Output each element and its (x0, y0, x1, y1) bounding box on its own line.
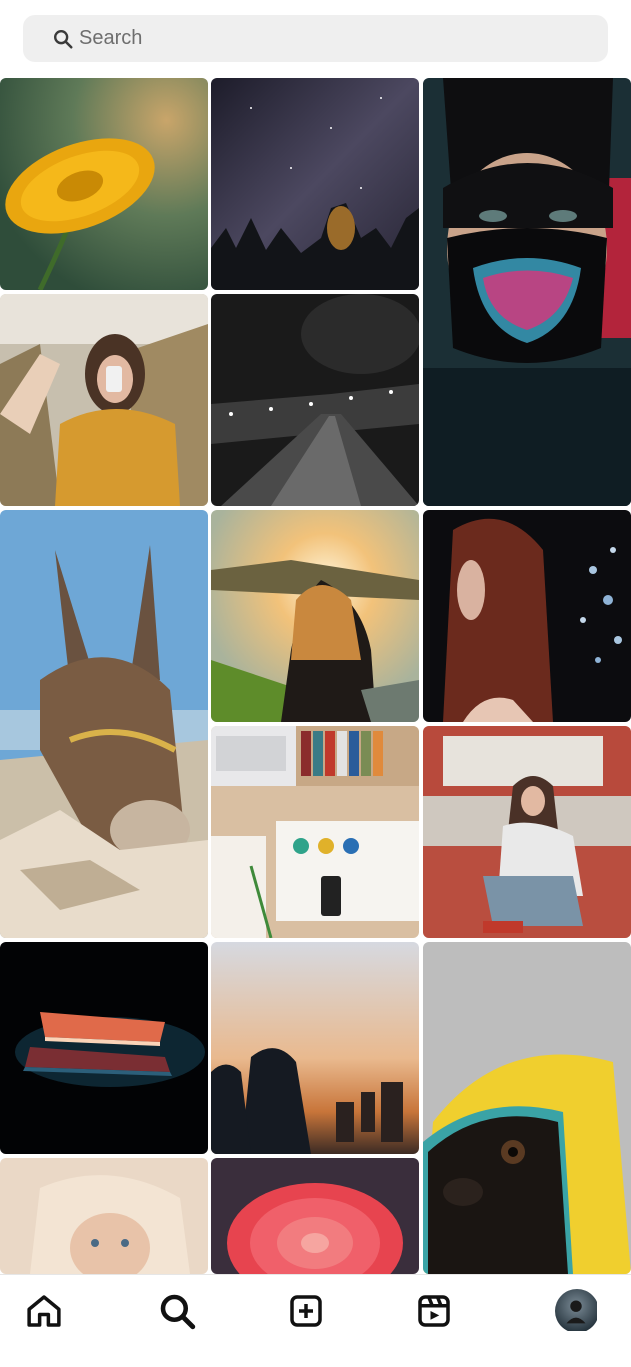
reels-icon (418, 1295, 450, 1327)
explore-tile-woman-sunset-field[interactable] (211, 510, 419, 722)
profile-avatar (555, 1289, 599, 1333)
explore-tile-silhouettes-city-sunset[interactable] (211, 942, 419, 1154)
search-bar[interactable] (23, 15, 608, 62)
explore-tile-man-neon-skull-mask[interactable] (423, 78, 631, 506)
explore-tile-night-street-bw[interactable] (211, 294, 419, 506)
search-input[interactable] (77, 26, 581, 51)
nav-reels[interactable] (410, 1287, 458, 1335)
explore-grid (0, 78, 631, 1274)
nav-home[interactable] (20, 1287, 68, 1335)
explore-tile-milky-way-forest[interactable] (211, 78, 419, 290)
bottom-navigation (0, 1274, 631, 1367)
create-post-icon (290, 1295, 322, 1327)
explore-tile-woman-red-hood[interactable] (423, 510, 631, 722)
search-icon (160, 1294, 196, 1330)
explore-tile-donkey[interactable] (0, 510, 208, 938)
explore-tile-woman-red-truck[interactable] (423, 726, 631, 938)
explore-tile-desk-flatlay[interactable] (211, 726, 419, 938)
nav-search[interactable] (153, 1287, 201, 1335)
search-icon (54, 29, 73, 49)
explore-tile-woman-phone-selfie[interactable] (0, 294, 208, 506)
explore-tile-laptop-dark[interactable] (0, 942, 208, 1154)
explore-tile-yellow-flower[interactable] (0, 78, 208, 290)
home-icon (27, 1295, 61, 1327)
explore-tile-baby-veil[interactable] (0, 1158, 208, 1274)
nav-create[interactable] (282, 1287, 330, 1335)
explore-tile-pink-dahlia[interactable] (211, 1158, 419, 1274)
nav-profile[interactable] (553, 1287, 601, 1335)
explore-tile-pug-yellow-hood[interactable] (423, 942, 631, 1274)
